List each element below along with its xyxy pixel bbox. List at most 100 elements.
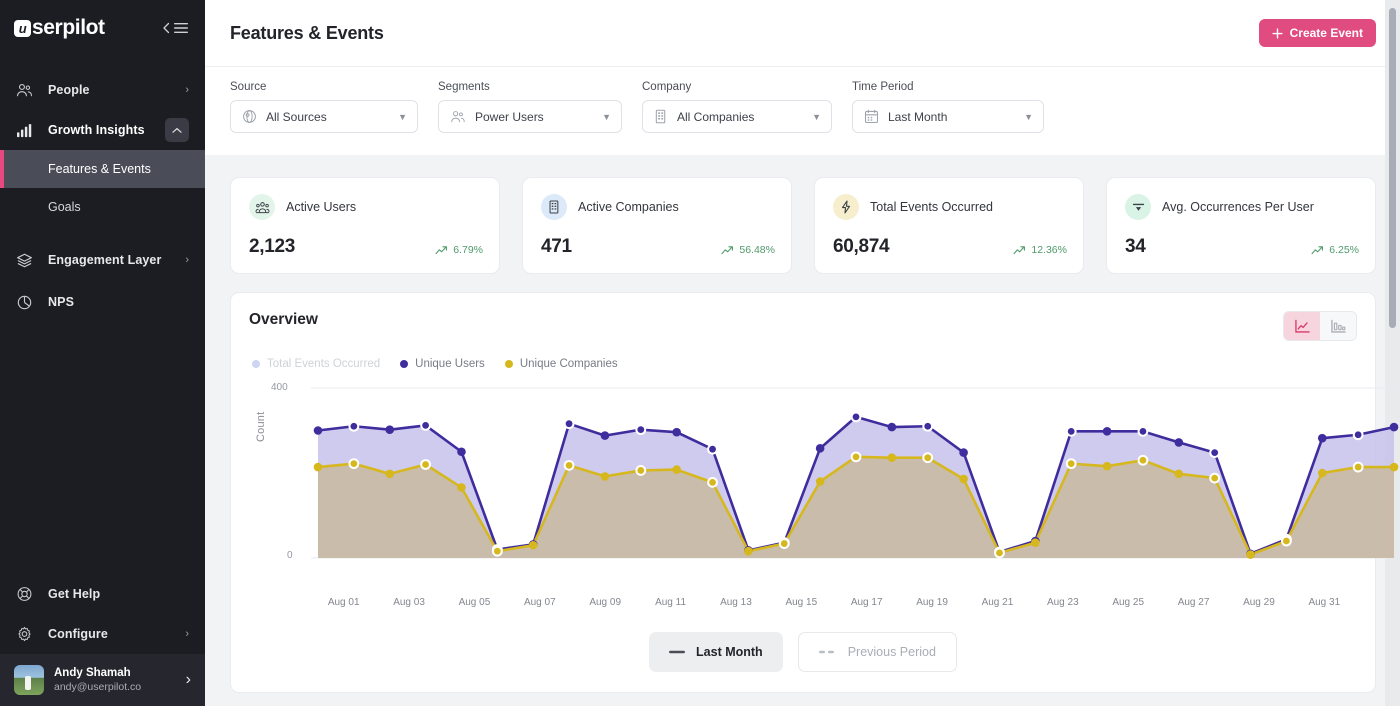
sidebar: userpilot People › Growth Insigh xyxy=(0,0,205,706)
kpi-delta: 6.25% xyxy=(1311,244,1359,258)
kpi-title: Active Companies xyxy=(578,200,679,214)
group-icon xyxy=(249,194,275,220)
solid-line-marker-icon xyxy=(669,649,685,655)
bar-chart-toggle[interactable] xyxy=(1320,312,1356,340)
line-chart-toggle[interactable] xyxy=(1284,312,1320,340)
sidebar-item-configure[interactable]: Configure › xyxy=(0,614,205,654)
logo-mark: u xyxy=(14,20,31,37)
layers-icon xyxy=(16,253,38,268)
filter-label: Time Period xyxy=(852,81,1044,93)
chevron-left-icon xyxy=(162,22,170,34)
profile-text: Andy Shamah andy@userpilot.co xyxy=(54,666,176,694)
legend-dot xyxy=(400,360,408,368)
y-tick-max: 400 xyxy=(271,382,288,393)
kpi-value: 60,874 xyxy=(833,236,889,258)
filter-segments: Segments Power Users ▼ xyxy=(438,81,622,133)
filter-label: Company xyxy=(642,81,832,93)
filter-label: Segments xyxy=(438,81,622,93)
legend-item-unique-companies[interactable]: Unique Companies xyxy=(505,358,618,370)
company-select[interactable]: All Companies ▼ xyxy=(642,100,832,133)
chevron-down-icon: ▼ xyxy=(398,112,407,122)
kpi-title: Avg. Occurrences Per User xyxy=(1162,200,1314,214)
sidebar-item-goals[interactable]: Goals xyxy=(0,188,205,226)
sidebar-item-nps[interactable]: NPS xyxy=(0,282,205,322)
x-tick-label: Aug 05 xyxy=(442,597,507,608)
profile-email: andy@userpilot.co xyxy=(54,681,176,694)
overview-card: Overview Total Events Occurred xyxy=(230,292,1376,693)
average-icon xyxy=(1125,194,1151,220)
filter-company: Company All Companies ▼ xyxy=(642,81,832,133)
bar-chart-icon xyxy=(1330,319,1347,334)
life-ring-icon xyxy=(16,586,38,602)
trend-up-icon xyxy=(1311,245,1324,255)
x-tick-label: Aug 13 xyxy=(703,597,768,608)
kpi-card-avg-occurrences-per-user: Avg. Occurrences Per User 34 6.25% xyxy=(1106,177,1376,274)
kpi-card-active-companies: Active Companies 471 56.48% xyxy=(522,177,792,274)
sidebar-item-engagement-layer[interactable]: Engagement Layer › xyxy=(0,240,205,280)
kpi-footer: 60,874 12.36% xyxy=(833,236,1067,258)
chevron-up-icon[interactable] xyxy=(165,118,189,142)
period-button-last-month[interactable]: Last Month xyxy=(649,632,783,672)
x-tick-label: Aug 07 xyxy=(507,597,572,608)
gear-icon xyxy=(16,626,38,642)
chart-y-axis-label: Count xyxy=(255,412,267,442)
kpi-delta-value: 6.25% xyxy=(1329,244,1359,256)
chevron-right-icon: › xyxy=(185,628,189,640)
source-select[interactable]: All Sources ▼ xyxy=(230,100,418,133)
page-title: Features & Events xyxy=(230,23,384,44)
chart-legend: Total Events Occurred Unique Users Uniqu… xyxy=(249,358,1357,370)
lightning-icon xyxy=(833,194,859,220)
logo-text: serpilot xyxy=(32,16,105,40)
users-icon xyxy=(450,110,466,124)
kpi-delta-value: 56.48% xyxy=(739,244,775,256)
kpi-header: Avg. Occurrences Per User xyxy=(1125,194,1359,220)
legend-label: Unique Companies xyxy=(520,358,618,370)
kpi-title: Total Events Occurred xyxy=(870,200,993,214)
kpi-title: Active Users xyxy=(286,200,356,214)
main-area: Features & Events Create Event Source Al… xyxy=(205,0,1400,706)
dashed-line-marker-icon xyxy=(819,649,837,655)
segments-select-value: Power Users xyxy=(475,110,593,124)
filter-label: Source xyxy=(230,81,418,93)
sidebar-logo-row: userpilot xyxy=(0,0,205,56)
sidebar-item-growth-insights[interactable]: Growth Insights xyxy=(0,110,205,150)
dashboard-content: Active Users 2,123 6.79% xyxy=(205,155,1400,706)
sidebar-subitem-label: Goals xyxy=(48,200,81,214)
filter-time-period: Time Period Last Month ▼ xyxy=(852,81,1044,133)
filter-bar: Source All Sources ▼ Segments Power User… xyxy=(205,66,1400,155)
period-button-label: Previous Period xyxy=(848,645,936,659)
user-profile[interactable]: Andy Shamah andy@userpilot.co › xyxy=(0,654,205,706)
chevron-down-icon: ▼ xyxy=(602,112,611,122)
avatar xyxy=(14,665,44,695)
kpi-footer: 471 56.48% xyxy=(541,236,775,258)
period-button-previous-period[interactable]: Previous Period xyxy=(798,632,957,672)
kpi-delta-value: 6.79% xyxy=(453,244,483,256)
sidebar-item-features-and-events[interactable]: Features & Events xyxy=(0,150,205,188)
legend-item-total-events-occurred[interactable]: Total Events Occurred xyxy=(252,358,380,370)
x-tick-label: Aug 01 xyxy=(311,597,376,608)
sidebar-item-get-help[interactable]: Get Help xyxy=(0,574,205,614)
chart-area: Count 400 0 xyxy=(249,378,1357,593)
create-event-button[interactable]: Create Event xyxy=(1259,19,1376,47)
segments-select[interactable]: Power Users ▼ xyxy=(438,100,622,133)
x-tick-label: Aug 15 xyxy=(769,597,834,608)
kpi-footer: 2,123 6.79% xyxy=(249,236,483,258)
company-select-value: All Companies xyxy=(677,110,803,124)
time-period-select-value: Last Month xyxy=(888,110,1015,124)
line-chart-icon xyxy=(1294,319,1311,334)
chevron-right-icon: › xyxy=(185,254,189,266)
vertical-scrollbar[interactable] xyxy=(1389,8,1396,328)
people-icon xyxy=(16,83,38,98)
sidebar-item-label: Growth Insights xyxy=(48,123,165,137)
sidebar-item-people[interactable]: People › xyxy=(0,70,205,110)
sidebar-nav: People › Growth Insights Features & Even… xyxy=(0,56,205,574)
kpi-row: Active Users 2,123 6.79% xyxy=(230,177,1376,274)
globe-icon xyxy=(242,109,257,124)
top-bar: Features & Events Create Event xyxy=(205,0,1400,66)
kpi-delta: 6.79% xyxy=(435,244,483,258)
x-tick-label: Aug 03 xyxy=(376,597,441,608)
x-tick-label: Aug 27 xyxy=(1161,597,1226,608)
time-period-select[interactable]: Last Month ▼ xyxy=(852,100,1044,133)
legend-item-unique-users[interactable]: Unique Users xyxy=(400,358,485,370)
collapse-sidebar-icon[interactable] xyxy=(162,21,189,35)
